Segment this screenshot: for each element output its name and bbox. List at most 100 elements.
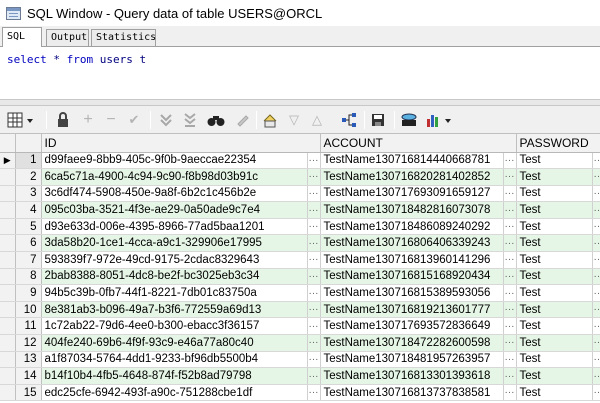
previous-record-button[interactable]: ▽: [284, 110, 304, 130]
cell-account[interactable]: TestName130716806406339243: [320, 234, 504, 253]
cell-edit-button[interactable]: ···: [503, 334, 517, 352]
cell-edit-button[interactable]: ···: [307, 268, 321, 286]
cell-edit-button[interactable]: ···: [592, 218, 600, 236]
cell-edit-button[interactable]: ···: [307, 168, 321, 186]
save-button[interactable]: [368, 110, 388, 130]
cell-password[interactable]: Test: [516, 201, 593, 219]
cell-password[interactable]: Test: [516, 367, 593, 385]
cell-password[interactable]: Test: [516, 268, 593, 286]
cell-edit-button[interactable]: ···: [307, 284, 321, 302]
cell-edit-button[interactable]: ···: [307, 185, 321, 203]
table-row[interactable]: 15 edc25cfe-6942-493f-a90c-751288cbe1df ··…: [0, 384, 600, 402]
table-row[interactable]: 13 a1f87034-5764-4dd1-9233-bf96db5500b4 ··…: [0, 351, 600, 369]
cell-edit-button[interactable]: ···: [503, 284, 517, 302]
cell-account[interactable]: TestName130716813737838581: [320, 384, 504, 402]
cell-password[interactable]: Test: [516, 384, 593, 402]
cell-edit-button[interactable]: ···: [592, 185, 600, 203]
table-row[interactable]: 11 1c72ab22-79d6-4ee0-b300-ebacc3f36157 ··…: [0, 317, 600, 336]
next-record-button[interactable]: △: [307, 110, 327, 130]
fetch-last-button[interactable]: [180, 110, 200, 130]
cell-id[interactable]: d93e633d-006e-4395-8966-77ad5baa1201: [41, 218, 308, 236]
cell-edit-button[interactable]: ···: [592, 251, 600, 269]
export-button[interactable]: [424, 110, 458, 130]
cell-edit-button[interactable]: ···: [592, 367, 600, 385]
cell-edit-button[interactable]: ···: [592, 317, 600, 336]
insert-record-button[interactable]: +: [79, 110, 97, 130]
cell-edit-button[interactable]: ···: [307, 317, 321, 336]
cell-edit-button[interactable]: ···: [592, 152, 600, 170]
cell-id[interactable]: edc25cfe-6942-493f-a90c-751288cbe1df: [41, 384, 308, 402]
cell-account[interactable]: TestName130718486089240292: [320, 218, 504, 236]
table-row[interactable]: 2 6ca5c71a-4900-4c94-9c90-f8b98d03b91c ···…: [0, 168, 600, 186]
fetch-next-button[interactable]: [156, 110, 176, 130]
cell-id[interactable]: 1c72ab22-79d6-4ee0-b300-ebacc3f36157: [41, 317, 308, 336]
cell-edit-button[interactable]: ···: [503, 251, 517, 269]
cell-edit-button[interactable]: ···: [307, 218, 321, 236]
cell-edit-button[interactable]: ···: [592, 168, 600, 186]
cell-edit-button[interactable]: ···: [307, 201, 321, 219]
table-row[interactable]: 6 3da58b20-1ce1-4cca-a9c1-329906e17995 ···…: [0, 234, 600, 253]
cell-edit-button[interactable]: ···: [503, 185, 517, 203]
cell-edit-button[interactable]: ···: [592, 284, 600, 302]
single-record-view-button[interactable]: [260, 110, 280, 130]
lock-button[interactable]: [53, 110, 73, 130]
cell-id[interactable]: 2bab8388-8051-4dc8-be2f-bc3025eb3c34: [41, 268, 308, 286]
cell-edit-button[interactable]: ···: [592, 234, 600, 253]
query-by-example-button[interactable]: [206, 110, 226, 130]
cell-id[interactable]: 3da58b20-1ce1-4cca-a9c1-329906e17995: [41, 234, 308, 253]
cell-edit-button[interactable]: ···: [307, 351, 321, 369]
table-row[interactable]: 8 2bab8388-8051-4dc8-be2f-bc3025eb3c34 ···…: [0, 268, 600, 286]
table-row[interactable]: 10 8e381ab3-b096-49a7-b3f6-772559a69d13 ··…: [0, 301, 600, 319]
cell-password[interactable]: Test: [516, 168, 593, 186]
cell-account[interactable]: TestName130716815389593056: [320, 284, 504, 302]
table-row[interactable]: 14 b14f10b4-4fb5-4648-874f-f52b8ad79798 ··…: [0, 367, 600, 385]
table-row[interactable]: 7 593839f7-972e-49cd-9175-2cdac8329643 ···…: [0, 251, 600, 269]
cell-edit-button[interactable]: ···: [503, 301, 517, 319]
cell-edit-button[interactable]: ···: [503, 384, 517, 402]
cell-account[interactable]: TestName130718481957263957: [320, 351, 504, 369]
table-row[interactable]: 4 095c03ba-3521-4f3e-ae29-0a50ade9c7e4 ···…: [0, 201, 600, 219]
cell-id[interactable]: 94b5c39b-0fb7-44f1-8221-7db01c83750a: [41, 284, 308, 302]
cell-edit-button[interactable]: ···: [592, 334, 600, 352]
cell-account[interactable]: TestName130717693091659127: [320, 185, 504, 203]
table-row[interactable]: 12 404fe240-69b6-4f9f-93c9-e46a77a80c40 ··…: [0, 334, 600, 352]
cell-edit-button[interactable]: ···: [592, 384, 600, 402]
cell-password[interactable]: Test: [516, 218, 593, 236]
cell-password[interactable]: Test: [516, 317, 593, 336]
column-header-account[interactable]: ACCOUNT: [320, 134, 517, 153]
delete-record-button[interactable]: −: [102, 110, 120, 130]
cell-edit-button[interactable]: ···: [307, 334, 321, 352]
cell-id[interactable]: 404fe240-69b6-4f9f-93c9-e46a77a80c40: [41, 334, 308, 352]
table-row[interactable]: 5 d93e633d-006e-4395-8966-77ad5baa1201 ···…: [0, 218, 600, 236]
cell-id[interactable]: a1f87034-5764-4dd1-9233-bf96db5500b4: [41, 351, 308, 369]
table-row[interactable]: 9 94b5c39b-0fb7-44f1-8221-7db01c83750a ···…: [0, 284, 600, 302]
cell-edit-button[interactable]: ···: [503, 234, 517, 253]
cell-password[interactable]: Test: [516, 152, 593, 170]
sql-editor[interactable]: select * from users t: [0, 47, 600, 100]
cell-edit-button[interactable]: ···: [503, 317, 517, 336]
table-row[interactable]: 3 3c6df474-5908-450e-9a8f-6b2c1c456b2e ···…: [0, 185, 600, 203]
cell-account[interactable]: TestName130718482816073078: [320, 201, 504, 219]
cell-id[interactable]: 593839f7-972e-49cd-9175-2cdac8329643: [41, 251, 308, 269]
post-changes-button[interactable]: ✔: [124, 110, 144, 130]
column-header-password[interactable]: PASSWORD: [516, 134, 600, 153]
cell-id[interactable]: b14f10b4-4fb5-4648-874f-f52b8ad79798: [41, 367, 308, 385]
cell-password[interactable]: Test: [516, 351, 593, 369]
tab-output[interactable]: Output: [46, 29, 89, 46]
column-header-id[interactable]: ID: [41, 134, 321, 153]
cell-account[interactable]: TestName130716813960141296: [320, 251, 504, 269]
tab-statistics[interactable]: Statistics: [91, 29, 156, 46]
cell-edit-button[interactable]: ···: [592, 351, 600, 369]
cell-edit-button[interactable]: ···: [503, 268, 517, 286]
cell-edit-button[interactable]: ···: [307, 384, 321, 402]
cell-password[interactable]: Test: [516, 185, 593, 203]
cell-password[interactable]: Test: [516, 334, 593, 352]
cell-account[interactable]: TestName130716813301393618: [320, 367, 504, 385]
cell-account[interactable]: TestName130716820281402852: [320, 168, 504, 186]
cell-edit-button[interactable]: ···: [503, 218, 517, 236]
cell-edit-button[interactable]: ···: [592, 201, 600, 219]
cell-password[interactable]: Test: [516, 234, 593, 253]
cell-edit-button[interactable]: ···: [592, 268, 600, 286]
cell-account[interactable]: TestName130718472282600598: [320, 334, 504, 352]
clear-record-button[interactable]: [232, 110, 252, 130]
